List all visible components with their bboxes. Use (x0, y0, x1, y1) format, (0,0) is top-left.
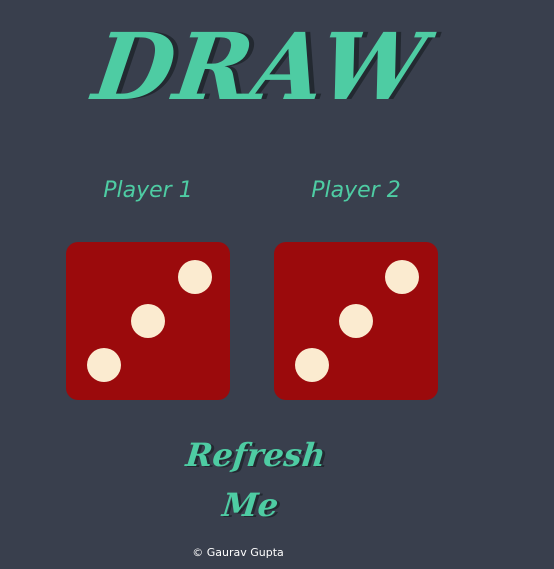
refresh-button[interactable]: Refresh Me (145, 430, 362, 530)
player-2-label: Player 2 (311, 178, 401, 203)
footer-credit: © Gaurav Gupta (192, 546, 284, 559)
die-pip (339, 304, 373, 338)
player-1-die (66, 242, 230, 400)
die-pip (178, 260, 212, 294)
result-title: DRAW (87, 13, 433, 121)
die-pip (385, 260, 419, 294)
player-1-label: Player 1 (103, 178, 193, 203)
player-2-die (274, 242, 438, 400)
die-pip (131, 304, 165, 338)
die-pip (87, 348, 121, 382)
die-pip (295, 348, 329, 382)
